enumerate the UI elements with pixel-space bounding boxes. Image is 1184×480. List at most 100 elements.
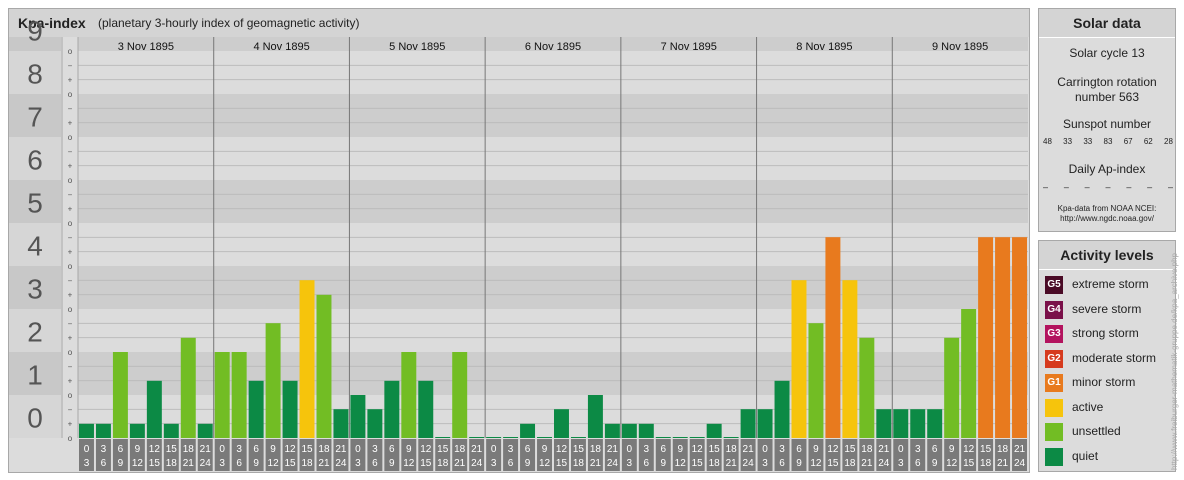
solar-cycle: Solar cycle 13 bbox=[1069, 46, 1145, 60]
side-credit: http://www.freiburger-mathematik-gruppe.… bbox=[1170, 253, 1179, 470]
kp-bar bbox=[791, 280, 807, 438]
interval-end-label: 21 bbox=[318, 458, 330, 469]
interval-end-label: 24 bbox=[471, 458, 483, 469]
kp-bar bbox=[95, 423, 111, 438]
y-minor-label: o bbox=[68, 133, 73, 142]
kp-bar bbox=[587, 395, 603, 438]
y-minor-label: + bbox=[68, 291, 73, 300]
kp-bar bbox=[621, 423, 637, 438]
kp-bar bbox=[265, 323, 281, 438]
kp-bar bbox=[570, 437, 586, 438]
solar-data-title: Solar data bbox=[1039, 9, 1175, 38]
interval-end-label: 15 bbox=[284, 458, 296, 469]
interval-start-label: 12 bbox=[827, 444, 839, 455]
interval-start-label: 12 bbox=[149, 444, 161, 455]
ap-index-value: – bbox=[1043, 182, 1049, 192]
y-minor-label: o bbox=[68, 219, 73, 228]
legend-item: G4 severe storm bbox=[1045, 300, 1173, 320]
interval-start-label: 9 bbox=[949, 444, 955, 455]
interval-end-label: 12 bbox=[539, 458, 551, 469]
legend-swatch: G5 bbox=[1045, 276, 1063, 294]
interval-start-label: 3 bbox=[779, 444, 785, 455]
kpa-bar-chart: 0123456789o+−o+−o+−o+−o+−o+−o+−o+−o+−o 3 … bbox=[9, 16, 1028, 471]
interval-end-label: 15 bbox=[692, 458, 704, 469]
legend-label: quiet bbox=[1072, 448, 1099, 463]
ap-index-value: – bbox=[1084, 182, 1090, 192]
interval-end-label: 18 bbox=[301, 458, 313, 469]
kp-band bbox=[78, 137, 1028, 180]
y-tick-label: 5 bbox=[27, 188, 43, 219]
interval-end-label: 3 bbox=[491, 458, 497, 469]
kp-bar bbox=[520, 423, 536, 438]
legend-item: G3 strong storm bbox=[1045, 324, 1173, 344]
noaa-credit-link[interactable]: http://www.ngdc.noaa.gov/ bbox=[1039, 214, 1175, 224]
sunspot-value: 67 bbox=[1123, 137, 1133, 146]
kp-bar bbox=[808, 323, 824, 438]
y-minor-label: − bbox=[68, 233, 73, 242]
interval-start-label: 21 bbox=[1014, 444, 1026, 455]
interval-start-label: 15 bbox=[980, 444, 992, 455]
y-minor-label: o bbox=[68, 391, 73, 400]
kp-bar bbox=[927, 409, 943, 438]
legend-label: active bbox=[1072, 399, 1104, 414]
kp-band bbox=[78, 51, 1028, 94]
interval-end-label: 15 bbox=[149, 458, 161, 469]
interval-end-label: 15 bbox=[556, 458, 568, 469]
interval-end-label: 3 bbox=[84, 458, 90, 469]
interval-end-label: 6 bbox=[915, 458, 921, 469]
interval-end-label: 21 bbox=[454, 458, 466, 469]
interval-end-label: 18 bbox=[573, 458, 585, 469]
interval-start-label: 3 bbox=[101, 444, 107, 455]
kp-band bbox=[78, 180, 1028, 223]
interval-start-label: 21 bbox=[200, 444, 212, 455]
y-tick-label: 4 bbox=[27, 231, 43, 262]
interval-start-label: 9 bbox=[677, 444, 683, 455]
y-tick-label: 0 bbox=[27, 403, 43, 434]
ap-index-value: – bbox=[1126, 182, 1132, 192]
legend-label: moderate storm bbox=[1072, 350, 1157, 365]
noaa-credit-line1: Kpa-data from NOAA NCEI: bbox=[1057, 204, 1157, 213]
interval-end-label: 24 bbox=[200, 458, 212, 469]
interval-start-label: 21 bbox=[607, 444, 619, 455]
interval-end-label: 18 bbox=[844, 458, 856, 469]
ap-index-value: – bbox=[1063, 182, 1069, 192]
interval-start-label: 15 bbox=[166, 444, 178, 455]
legend-label: strong storm bbox=[1072, 326, 1139, 340]
legend-swatch: G3 bbox=[1045, 325, 1063, 343]
kp-bar bbox=[723, 437, 739, 438]
y-minor-label: o bbox=[68, 47, 73, 56]
sunspot-value: 48 bbox=[1043, 137, 1052, 146]
y-minor-label: − bbox=[68, 61, 73, 70]
kp-band bbox=[78, 223, 1028, 266]
interval-start-label: 6 bbox=[253, 444, 259, 455]
interval-end-label: 21 bbox=[183, 458, 195, 469]
legend-label: minor storm bbox=[1072, 375, 1136, 389]
ap-index-values: – – – – – – – bbox=[1043, 182, 1173, 192]
interval-start-label: 6 bbox=[389, 444, 395, 455]
sunspot-values: 48 33 33 83 67 62 28 bbox=[1043, 137, 1173, 146]
interval-end-label: 12 bbox=[403, 458, 415, 469]
ap-index-value: – bbox=[1105, 182, 1111, 192]
interval-start-label: 0 bbox=[84, 444, 90, 455]
interval-end-label: 24 bbox=[607, 458, 619, 469]
interval-end-label: 18 bbox=[709, 458, 721, 469]
kp-bar bbox=[486, 437, 502, 438]
interval-start-label: 21 bbox=[878, 444, 890, 455]
interval-start-label: 21 bbox=[335, 444, 347, 455]
kp-bar bbox=[689, 437, 705, 438]
y-minor-label: + bbox=[68, 334, 73, 343]
y-minor-label: − bbox=[68, 276, 73, 285]
kp-bar bbox=[418, 380, 434, 438]
kp-bar bbox=[299, 280, 315, 438]
kp-bar bbox=[112, 352, 128, 438]
interval-end-label: 3 bbox=[355, 458, 361, 469]
kp-band bbox=[78, 266, 1028, 309]
interval-start-label: 0 bbox=[898, 444, 904, 455]
legend-swatch: G4 bbox=[1045, 300, 1063, 319]
kp-bar bbox=[825, 237, 841, 438]
interval-end-label: 9 bbox=[118, 458, 124, 469]
interval-start-label: 9 bbox=[135, 444, 141, 455]
kp-bar bbox=[316, 294, 332, 438]
y-tick-label: 2 bbox=[27, 317, 43, 348]
interval-end-label: 6 bbox=[508, 458, 514, 469]
